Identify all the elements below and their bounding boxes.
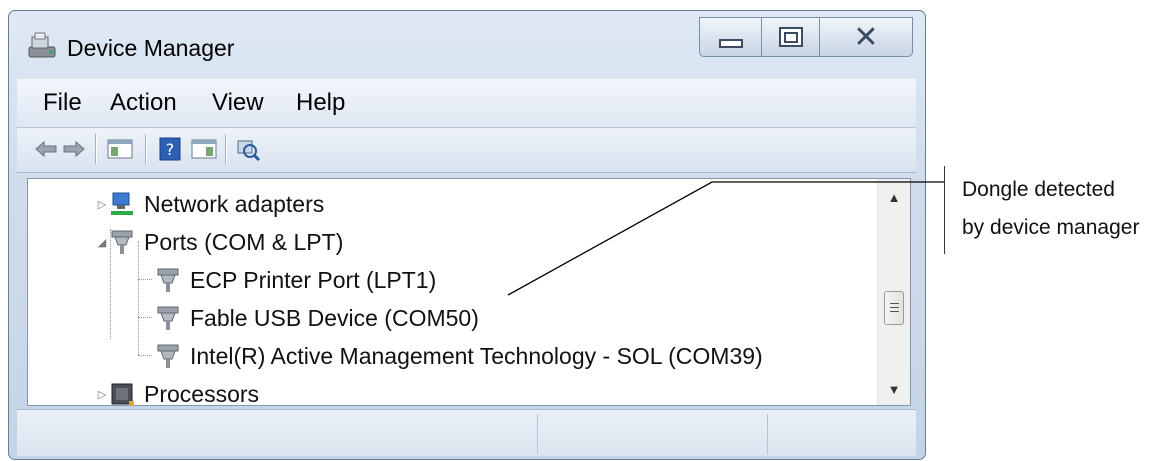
annotation-line-1: Dongle detected <box>962 178 1115 201</box>
annotation-line-2: by device manager <box>962 216 1140 239</box>
annotation-bracket <box>944 166 945 254</box>
